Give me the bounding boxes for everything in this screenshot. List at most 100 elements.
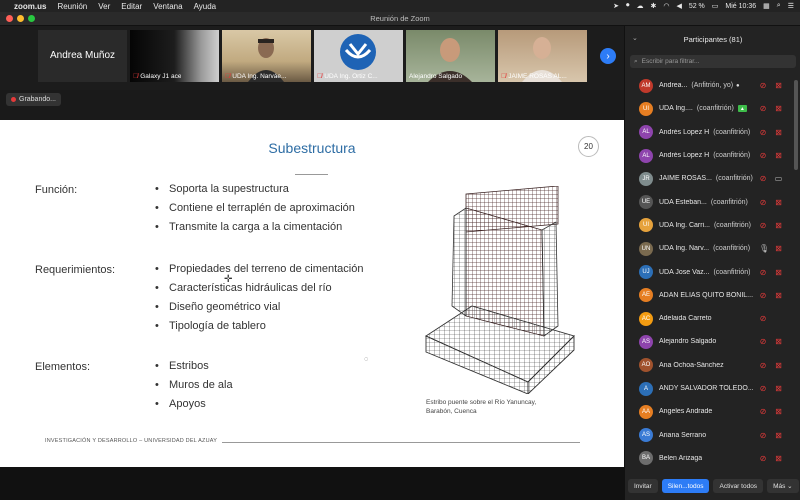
more-button[interactable]: Más ⌄ — [767, 479, 799, 493]
menu-editar[interactable]: Editar — [121, 2, 142, 11]
muted-mic-icon[interactable]: ⊘ — [759, 151, 767, 160]
minimize-window-button[interactable] — [17, 15, 24, 22]
camera-off-icon[interactable]: ⊠ — [774, 384, 783, 393]
creative-cloud-icon[interactable]: ☁ — [636, 2, 643, 10]
menu-ayuda[interactable]: Ayuda — [194, 2, 217, 11]
menu-ver[interactable]: Ver — [98, 2, 110, 11]
muted-mic-icon[interactable]: ⊘ — [759, 221, 767, 230]
camera-off-icon[interactable]: ⊠ — [774, 104, 783, 113]
mute-all-button[interactable]: Silen...todos — [661, 479, 710, 493]
participants-footer: Invitar Silen...todos Activar todos Más … — [624, 476, 800, 496]
menu-list-icon[interactable]: ☰ — [788, 2, 794, 10]
muted-mic-icon[interactable]: ⊘ — [759, 384, 767, 393]
participants-header: Participantes (81) — [683, 34, 743, 44]
muted-mic-icon[interactable]: ⊘ — [759, 337, 767, 346]
participant-name: JAIME ROSAS... — [659, 175, 712, 183]
participant-row[interactable]: UN UDA Ing. Narv... (coanfitrión) 🎙 ⊠ — [625, 237, 797, 260]
maximize-window-button[interactable] — [28, 15, 35, 22]
participant-row[interactable]: AC Adelaida Carreto ⊘ — [625, 307, 797, 330]
camera-icon[interactable]: ▭ — [774, 174, 783, 183]
muted-mic-icon[interactable]: ⊘ — [759, 454, 767, 463]
participant-role: (Anfitrión, yo) — [691, 82, 734, 90]
camera-off-icon[interactable]: ⊠ — [774, 454, 783, 463]
camera-off-icon[interactable]: ⊠ — [774, 407, 783, 416]
video-tile-galaxy[interactable]: 🎙̸ Galaxy J1 ace — [130, 30, 219, 82]
muted-mic-icon[interactable]: ⊘ — [759, 128, 767, 137]
clock[interactable]: Mié 10:36 — [725, 3, 756, 10]
close-window-button[interactable] — [6, 15, 13, 22]
muted-mic-icon[interactable]: ⊘ — [759, 314, 767, 323]
camera-off-icon[interactable]: ⊠ — [774, 244, 783, 253]
participant-row[interactable]: AA Angeles Andrade ⊘ ⊠ — [625, 400, 797, 423]
camera-off-icon[interactable]: ⊠ — [774, 431, 783, 440]
volume-icon[interactable]: ◀ — [676, 2, 681, 10]
participant-row[interactable]: AE ADAN ELIAS QUITO BONIL... ⊘ ⊠ — [625, 284, 797, 307]
text-cursor-icon: ✛ — [224, 274, 233, 285]
camera-off-icon[interactable]: ⊠ — [774, 198, 783, 207]
camera-off-icon[interactable]: ⊠ — [774, 337, 783, 346]
invite-button[interactable]: Invitar — [628, 479, 658, 493]
next-videos-button[interactable]: › — [600, 48, 616, 64]
muted-mic-icon[interactable]: ⊘ — [759, 81, 767, 90]
participant-row[interactable]: UI UDA Ing. Carri... (coanfitrión) ⊘ ⊠ — [625, 214, 797, 237]
wifi-icon[interactable]: ◠ — [663, 2, 669, 10]
participant-list-scrollbar[interactable] — [794, 80, 798, 170]
menu-app[interactable]: zoom.us — [14, 2, 46, 11]
participant-row[interactable]: UE UDA Esteban... (coanfitrión) ⊘ ⊠ — [625, 190, 797, 213]
video-tile-rosas[interactable]: 🎙̸ JAIME ROSAS AL... — [498, 30, 587, 82]
participant-row[interactable]: UJ UDA Jose Vaz... (coanfitrión) ⊘ ⊠ — [625, 260, 797, 283]
muted-mic-icon[interactable]: ⊘ — [759, 431, 767, 440]
participant-row[interactable]: A ANDY SALVADOR TOLEDO... ⊘ ⊠ — [625, 377, 797, 400]
participant-row[interactable]: BA Belen Arizaga ⊘ ⊠ — [625, 447, 797, 470]
video-tile-ortiz[interactable]: 🎙̸ UDA Ing. Ortiz C... — [314, 30, 403, 82]
video-tile-name: Andrea Muñoz — [49, 50, 116, 61]
camera-off-icon[interactable]: ⊠ — [774, 81, 783, 90]
participant-row[interactable]: AL Andrés Lopez H (coanfitrión) ⊘ ⊠ — [625, 144, 797, 167]
microphone-icon[interactable]: 🎙 — [759, 244, 769, 253]
muted-mic-icon[interactable]: ⊘ — [759, 407, 767, 416]
video-tile-salgado[interactable]: Alejandro Salgado — [406, 30, 495, 82]
participant-search-input[interactable]: ⌕ Escribir para filtrar... — [630, 55, 796, 68]
section-label-funcion: Función: — [35, 184, 78, 196]
camera-off-icon[interactable]: ⊠ — [774, 151, 783, 160]
participant-role: (coanfitrión) — [713, 245, 751, 253]
participant-name: ANDY SALVADOR TOLEDO... — [659, 385, 753, 392]
muted-mic-icon[interactable]: ⊘ — [759, 174, 767, 183]
unmute-all-button[interactable]: Activar todos — [713, 479, 764, 493]
participant-name: Ariana Serrano — [659, 431, 707, 439]
camera-off-icon[interactable]: ⊠ — [774, 291, 783, 300]
muted-mic-icon[interactable]: ⊘ — [759, 361, 767, 370]
bluetooth-icon[interactable]: ✱ — [650, 2, 656, 10]
participant-row[interactable]: JR JAIME ROSAS... (coanfitrión) ⊘ ▭ — [625, 167, 797, 190]
location-icon[interactable]: ➤ — [613, 2, 619, 10]
participant-row[interactable]: AO Ana Ochoa-Sánchez ⊘ ⊠ — [625, 354, 797, 377]
camera-off-icon[interactable]: ⊠ — [774, 268, 783, 277]
muted-mic-icon[interactable]: ⊘ — [759, 198, 767, 207]
menu-reunion[interactable]: Reunión — [57, 2, 87, 11]
avatar: BA — [639, 451, 653, 466]
muted-mic-icon[interactable]: ⊘ — [759, 291, 767, 300]
camera-off-icon[interactable]: ⊠ — [774, 221, 783, 230]
participant-name: Belen Arizaga — [659, 454, 703, 462]
camera-off-icon[interactable]: ⊠ — [774, 361, 783, 370]
slide-title: Subestructura — [268, 140, 356, 156]
avatar: AO — [639, 358, 653, 373]
participant-row[interactable]: AM Andrea... (Anfitrión, yo) ● ⊘ ⊠ — [625, 74, 797, 97]
video-tile-narvaez[interactable]: 🎙̸ UDA Ing. Narváe... — [222, 30, 311, 82]
battery-percent[interactable]: 52 % — [689, 3, 705, 10]
camera-off-icon[interactable]: ⊠ — [774, 128, 783, 137]
muted-mic-icon[interactable]: ⊘ — [759, 104, 767, 113]
participant-row[interactable]: AL Andrés Lopez H (coanfitrión) ⊘ ⊠ — [625, 121, 797, 144]
muted-mic-icon[interactable]: ⊘ — [759, 268, 767, 277]
search-icon[interactable]: ⌕ — [777, 2, 781, 10]
zoom-status-icon[interactable]: ⏺ — [626, 2, 630, 10]
window-title: Reunión de Zoom — [370, 14, 430, 23]
recording-indicator[interactable]: Grabando... — [6, 93, 61, 106]
flag-icon[interactable]: ▦ — [763, 2, 770, 10]
video-tile-andrea[interactable]: Andrea Muñoz — [38, 30, 127, 82]
participant-row[interactable]: AS Ariana Serrano ⊘ ⊠ — [625, 423, 797, 446]
participant-row[interactable]: UI UDA Ing.... (coanfitrión) ▲ ⊘ ⊠ — [625, 97, 797, 120]
participant-role: (coanfitrión) — [710, 198, 748, 206]
participant-row[interactable]: AS Alejandro Salgado ⊘ ⊠ — [625, 330, 797, 353]
menu-ventana[interactable]: Ventana — [153, 2, 182, 11]
